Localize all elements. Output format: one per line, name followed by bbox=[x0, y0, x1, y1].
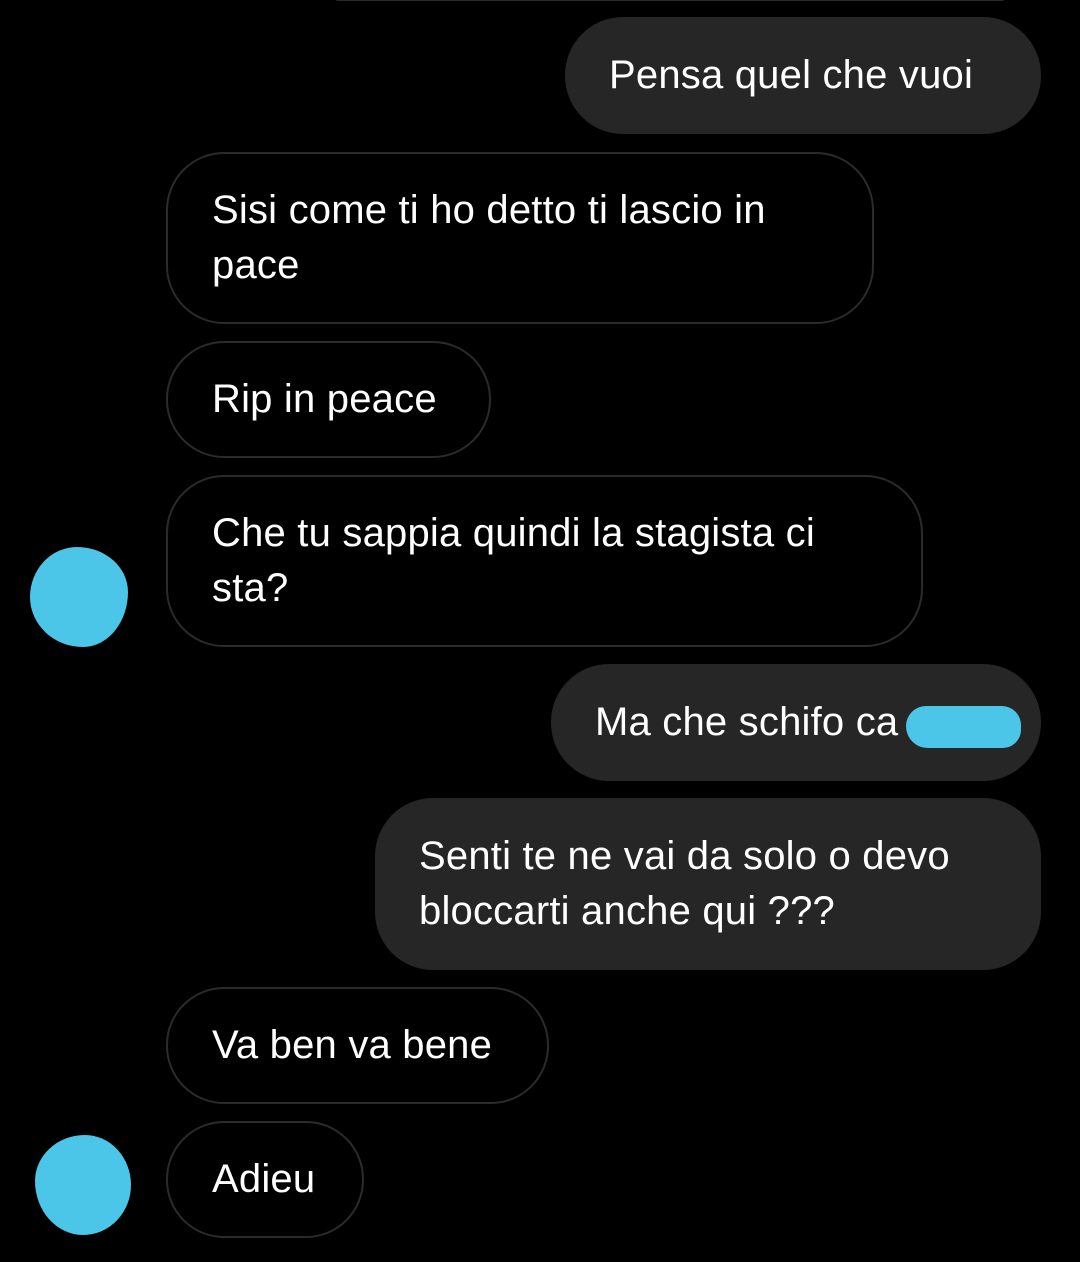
avatar-redaction bbox=[30, 547, 128, 647]
message-bubble-outgoing[interactable]: Senti te ne vai da solo o devo bloccarti… bbox=[375, 798, 1041, 970]
avatar-redaction bbox=[35, 1135, 131, 1235]
message-text: Adieu bbox=[212, 1157, 316, 1201]
contact-avatar[interactable] bbox=[33, 1135, 133, 1235]
message-bubble-incoming[interactable]: Che tu sappia quindi la stagista ci sta? bbox=[166, 475, 923, 647]
previous-bubble-edge bbox=[335, 0, 1005, 1]
message-bubble-incoming[interactable]: Rip in peace bbox=[166, 341, 491, 458]
contact-avatar[interactable] bbox=[30, 547, 130, 647]
message-text: Senti te ne vai da solo o devo bloccarti… bbox=[419, 834, 950, 933]
message-text: Sisi come ti ho detto ti lascio in pace bbox=[212, 188, 766, 287]
message-text: Ma che schifo ca bbox=[595, 700, 899, 744]
message-text: Che tu sappia quindi la stagista ci sta? bbox=[212, 511, 815, 610]
message-bubble-incoming[interactable]: Adieu bbox=[166, 1121, 364, 1238]
message-bubble-incoming[interactable]: Va ben va bene bbox=[166, 987, 549, 1104]
message-text: Rip in peace bbox=[212, 377, 437, 421]
message-bubble-outgoing[interactable]: Pensa quel che vuoi bbox=[565, 17, 1041, 134]
message-text: Pensa quel che vuoi bbox=[609, 53, 974, 97]
message-bubble-outgoing[interactable]: Ma che schifo ca bbox=[551, 664, 1041, 781]
text-redaction bbox=[906, 706, 1021, 748]
message-bubble-incoming[interactable]: Sisi come ti ho detto ti lascio in pace bbox=[166, 152, 874, 324]
message-text: Va ben va bene bbox=[212, 1023, 493, 1067]
